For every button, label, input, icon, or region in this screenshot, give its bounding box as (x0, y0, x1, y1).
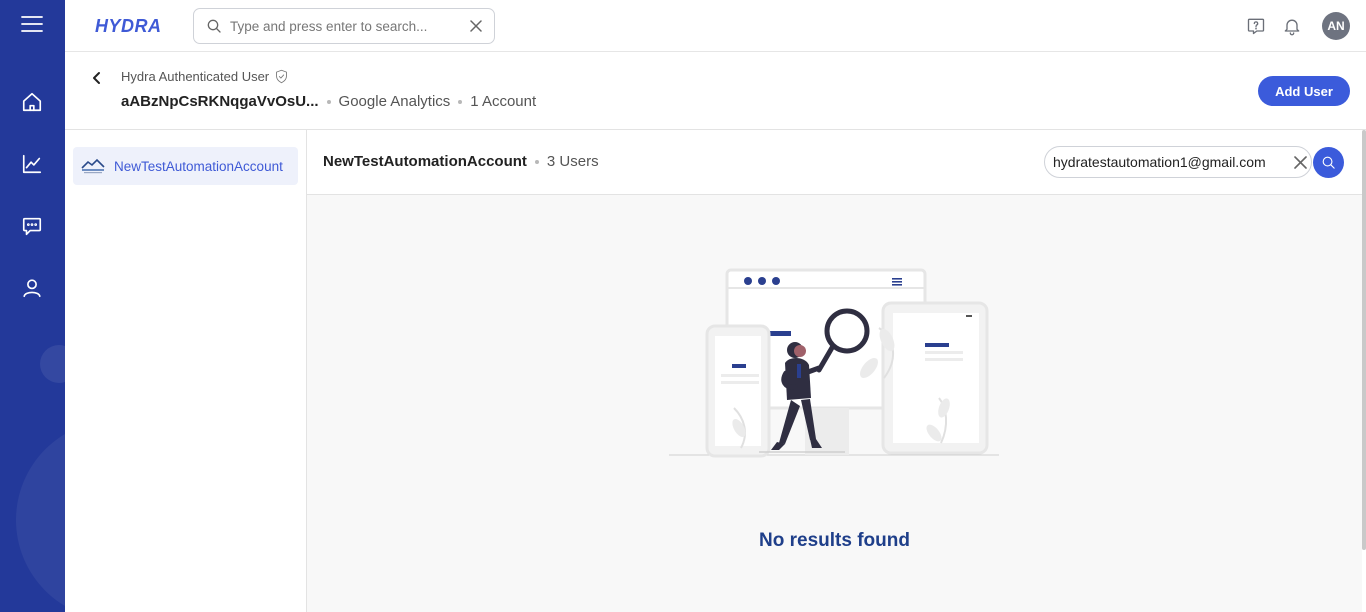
accounts-panel: NewTestAutomationAccount (65, 130, 307, 612)
nav-messages[interactable] (12, 206, 52, 246)
user-search-input[interactable] (1053, 154, 1289, 170)
page-subtitle: Hydra Authenticated User (121, 69, 289, 84)
rail-decoration (16, 420, 65, 612)
separator-dot (458, 99, 463, 104)
nav-analytics[interactable] (12, 144, 52, 184)
page-header: Hydra Authenticated User aABzNpCsRKNqgaV… (65, 52, 1366, 130)
notifications-button[interactable] (1279, 13, 1305, 39)
search-icon (1322, 156, 1335, 169)
rail-decoration (40, 345, 65, 383)
user-search (1044, 146, 1312, 178)
empty-state-message: No results found (759, 530, 910, 551)
help-button[interactable] (1243, 13, 1269, 39)
bell-icon (1284, 19, 1300, 36)
avatar[interactable]: AN (1322, 12, 1350, 40)
account-list-item[interactable]: NewTestAutomationAccount (73, 147, 298, 185)
account-name: NewTestAutomationAccount (323, 153, 527, 170)
verified-shield-icon (276, 69, 288, 84)
nav-users[interactable] (12, 268, 52, 308)
separator-dot (326, 99, 331, 104)
clear-search-button[interactable] (470, 20, 482, 32)
chevron-left-icon (93, 72, 100, 84)
user-search-button[interactable] (1313, 147, 1344, 178)
account-logo-icon (81, 158, 105, 174)
separator-dot (534, 159, 539, 164)
add-user-button[interactable]: Add User (1258, 76, 1350, 106)
page-title: aABzNpCsRKNqgaVvOsU... Google Analytics … (121, 93, 536, 110)
top-bar: HYDRA AN (65, 0, 1366, 52)
close-icon (1293, 155, 1307, 169)
vertical-scrollbar[interactable] (1362, 130, 1366, 550)
user-icon (23, 279, 41, 298)
content-title: NewTestAutomationAccount 3 Users (323, 153, 599, 170)
hamburger-icon (21, 16, 43, 32)
no-results-illustration (669, 268, 999, 458)
search-icon (207, 19, 221, 33)
nav-home[interactable] (12, 82, 52, 122)
logo-text: HYDRA (95, 15, 162, 36)
close-icon (470, 20, 482, 32)
users-content: NewTestAutomationAccount 3 Users hydrate… (307, 130, 1362, 612)
platform-name: Google Analytics (338, 93, 451, 110)
subtitle-text: Hydra Authenticated User (121, 69, 270, 84)
back-button[interactable] (87, 68, 107, 88)
menu-button[interactable] (12, 4, 52, 44)
hydra-logo[interactable]: HYDRA (95, 11, 162, 41)
home-icon (22, 92, 42, 112)
global-search-input[interactable] (230, 18, 470, 34)
clear-user-search-button[interactable] (1289, 151, 1311, 173)
account-count: 1 Account (470, 93, 537, 110)
global-search (193, 8, 495, 44)
user-count: 3 Users (546, 153, 599, 170)
help-chat-icon (1247, 18, 1265, 35)
account-list-item-label: NewTestAutomationAccount (114, 158, 283, 174)
chart-line-icon (22, 154, 42, 174)
chat-icon (22, 217, 42, 236)
left-nav-rail (0, 0, 65, 612)
content-header: NewTestAutomationAccount 3 Users (307, 130, 1362, 195)
user-id: aABzNpCsRKNqgaVvOsU... (121, 93, 319, 110)
